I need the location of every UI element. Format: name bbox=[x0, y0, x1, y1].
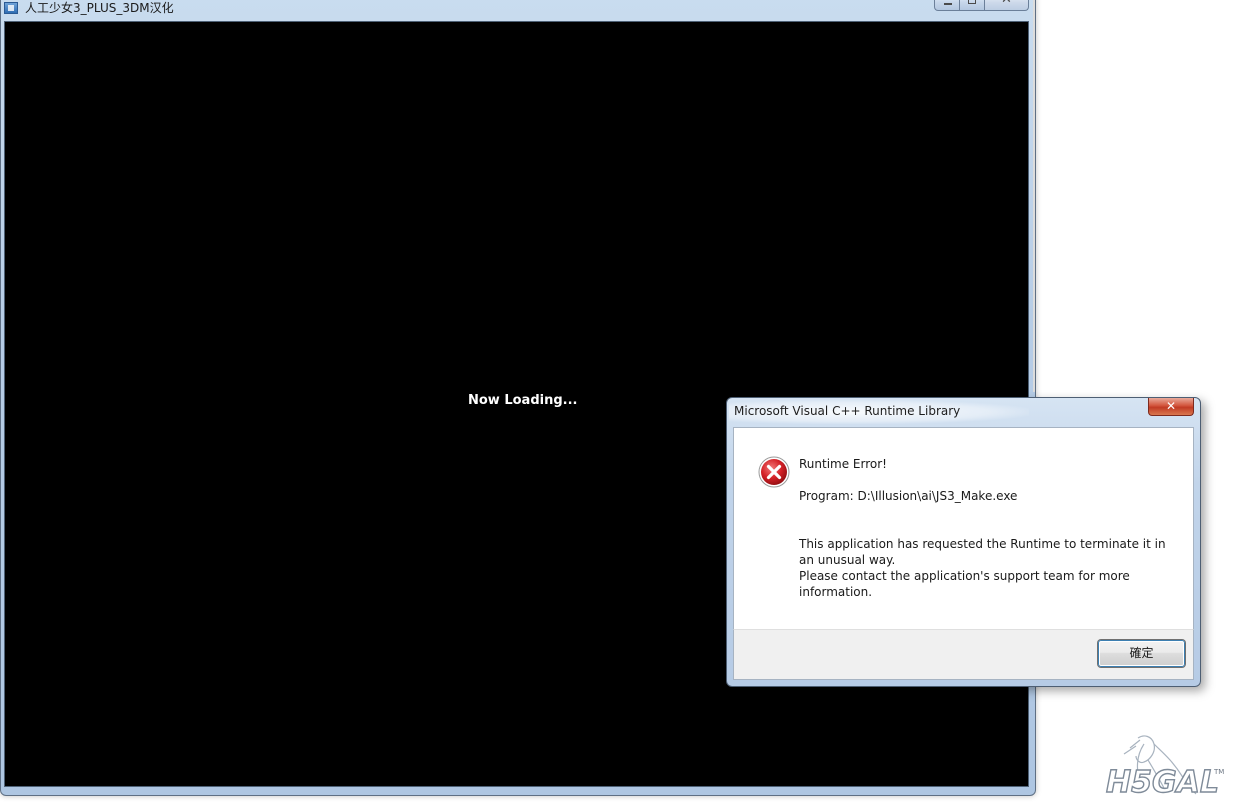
dialog-titlebar[interactable]: Microsoft Visual C++ Runtime Library ✕ bbox=[727, 398, 1200, 426]
game-window-titlebar[interactable]: 人工少女3_PLUS_3DM汉化 ✕ bbox=[1, 0, 1035, 21]
app-icon[interactable] bbox=[4, 2, 18, 14]
watermark-logo: H5GAL TM bbox=[1105, 735, 1224, 801]
window-edge-divider bbox=[1033, 0, 1035, 392]
program-path: Program: D:\Illusion\ai\JS3_Make.exe bbox=[799, 489, 1018, 503]
dialog-body: Runtime Error! Program: D:\Illusion\ai\J… bbox=[733, 427, 1194, 629]
error-message-line-2: Please contact the application's support… bbox=[799, 569, 1130, 599]
watermark-text: H5GAL bbox=[1106, 765, 1219, 800]
error-icon bbox=[758, 456, 790, 488]
maximize-button[interactable] bbox=[960, 0, 985, 11]
close-icon: ✕ bbox=[985, 0, 1028, 8]
runtime-error-dialog: Microsoft Visual C++ Runtime Library ✕ R… bbox=[726, 397, 1201, 687]
close-icon: ✕ bbox=[1165, 399, 1177, 413]
error-heading: Runtime Error! bbox=[799, 457, 887, 471]
dialog-close-button[interactable]: ✕ bbox=[1148, 398, 1194, 416]
desktop: 人工少女3_PLUS_3DM汉化 ✕ Now Loading... Micros… bbox=[0, 0, 1235, 805]
close-button[interactable]: ✕ bbox=[985, 0, 1029, 11]
dialog-footer: 確定 bbox=[733, 629, 1194, 680]
error-message: This application has requested the Runti… bbox=[799, 536, 1169, 600]
loading-text: Now Loading... bbox=[468, 393, 578, 408]
game-window-title: 人工少女3_PLUS_3DM汉化 bbox=[25, 1, 174, 15]
ok-button[interactable]: 確定 bbox=[1098, 640, 1185, 667]
watermark-tm: TM bbox=[1213, 768, 1224, 776]
caption-buttons: ✕ bbox=[934, 0, 1029, 11]
dialog-title: Microsoft Visual C++ Runtime Library bbox=[734, 404, 961, 418]
error-message-line-1: This application has requested the Runti… bbox=[799, 537, 1166, 567]
minimize-button[interactable] bbox=[934, 0, 960, 11]
